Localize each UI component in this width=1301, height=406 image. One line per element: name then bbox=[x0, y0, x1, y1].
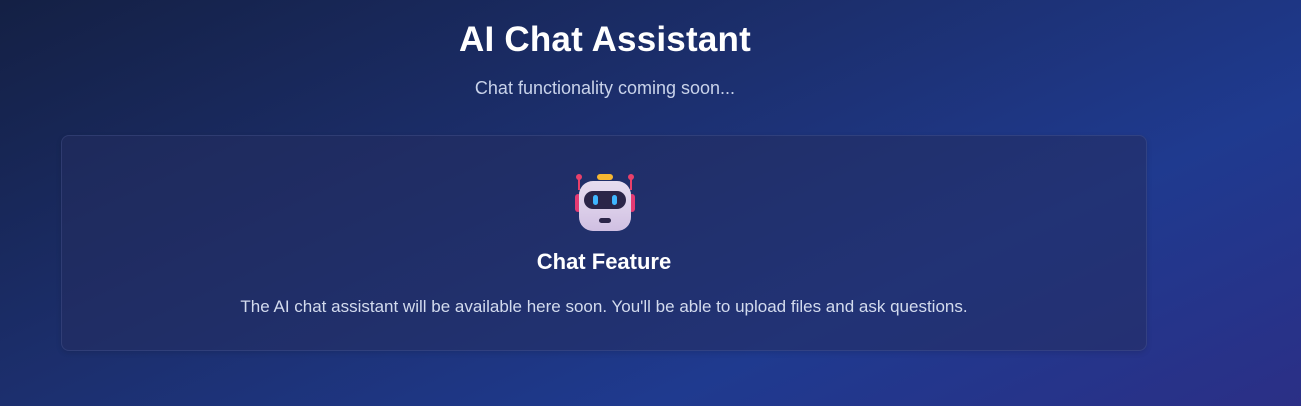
robot-icon bbox=[575, 174, 635, 231]
card-title: Chat Feature bbox=[536, 249, 672, 274]
page-subtitle: Chat functionality coming soon... bbox=[474, 78, 736, 98]
card-description: The AI chat assistant will be available … bbox=[240, 297, 968, 316]
chat-feature-card: Chat Feature The AI chat assistant will … bbox=[61, 135, 1147, 351]
page-title: AI Chat Assistant bbox=[459, 20, 751, 59]
